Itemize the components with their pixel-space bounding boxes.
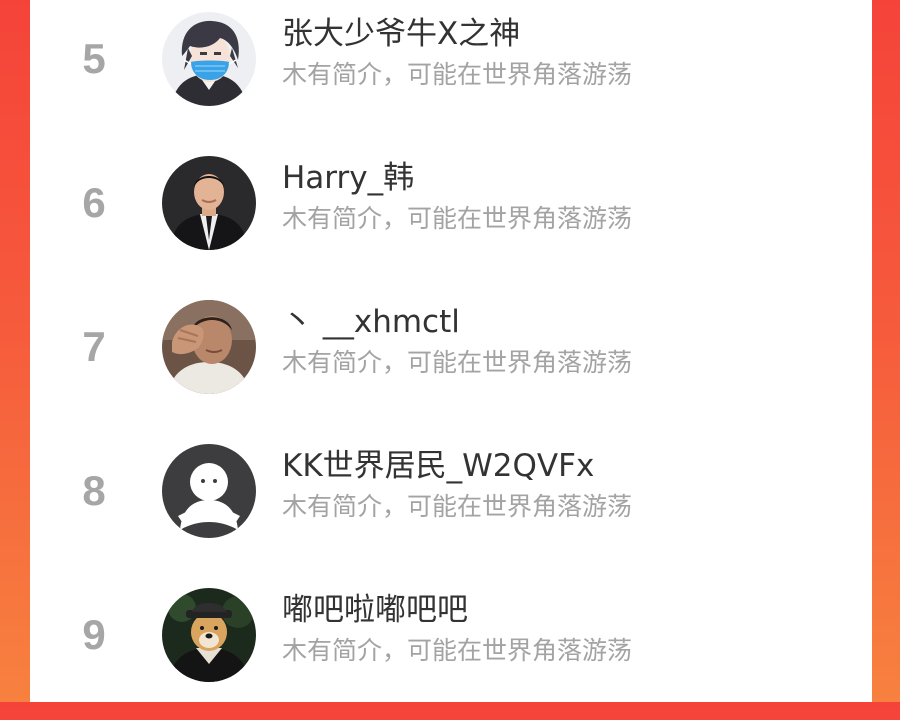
leaderboard-row[interactable]: 6 Harry_韩 木有简介，可能在世界角落游荡: [30, 144, 872, 288]
user-name[interactable]: KK世界居民_W2QVFx: [282, 446, 594, 486]
leaderboard-row[interactable]: 8 KK世界居民_W2QVFx 木有简介，可能在世界角落游荡: [30, 432, 872, 576]
man-in-suit-avatar[interactable]: [162, 156, 256, 250]
dog-in-hat-avatar[interactable]: [162, 588, 256, 682]
user-name[interactable]: 张大少爷牛X之神: [282, 14, 520, 54]
user-name[interactable]: 丶 __xhmctl: [282, 302, 460, 342]
anime-boy-mask-avatar[interactable]: [162, 12, 256, 106]
leaderboard-card: 5 张大少爷牛X之神 木有简介，可能在世界角落游荡 6 Harry_韩 木有简介…: [30, 0, 872, 702]
rank-number: 6: [82, 179, 106, 226]
leaderboard-row[interactable]: 7 丶 __xhmctl 木有简介，可能在世界角落游荡: [30, 288, 872, 432]
man-hand-on-face-avatar[interactable]: [162, 300, 256, 394]
leaderboard-row[interactable]: 5 张大少爷牛X之神 木有简介，可能在世界角落游荡: [30, 0, 872, 144]
user-bio: 木有简介，可能在世界角落游荡: [282, 348, 633, 377]
leaderboard-row[interactable]: 9 嘟吧啦嘟吧吧 木有简介，可能在世界角落游荡: [30, 576, 872, 720]
user-bio: 木有简介，可能在世界角落游荡: [282, 204, 633, 233]
user-bio: 木有简介，可能在世界角落游荡: [282, 492, 633, 521]
rank-number: 7: [82, 323, 106, 370]
default-user-avatar[interactable]: [162, 444, 256, 538]
user-bio: 木有简介，可能在世界角落游荡: [282, 636, 633, 665]
user-name[interactable]: 嘟吧啦嘟吧吧: [282, 590, 468, 630]
user-bio: 木有简介，可能在世界角落游荡: [282, 60, 633, 89]
rank-number: 9: [82, 611, 106, 658]
rank-number: 8: [82, 467, 106, 514]
rank-number: 5: [82, 35, 106, 82]
user-name[interactable]: Harry_韩: [282, 158, 414, 198]
